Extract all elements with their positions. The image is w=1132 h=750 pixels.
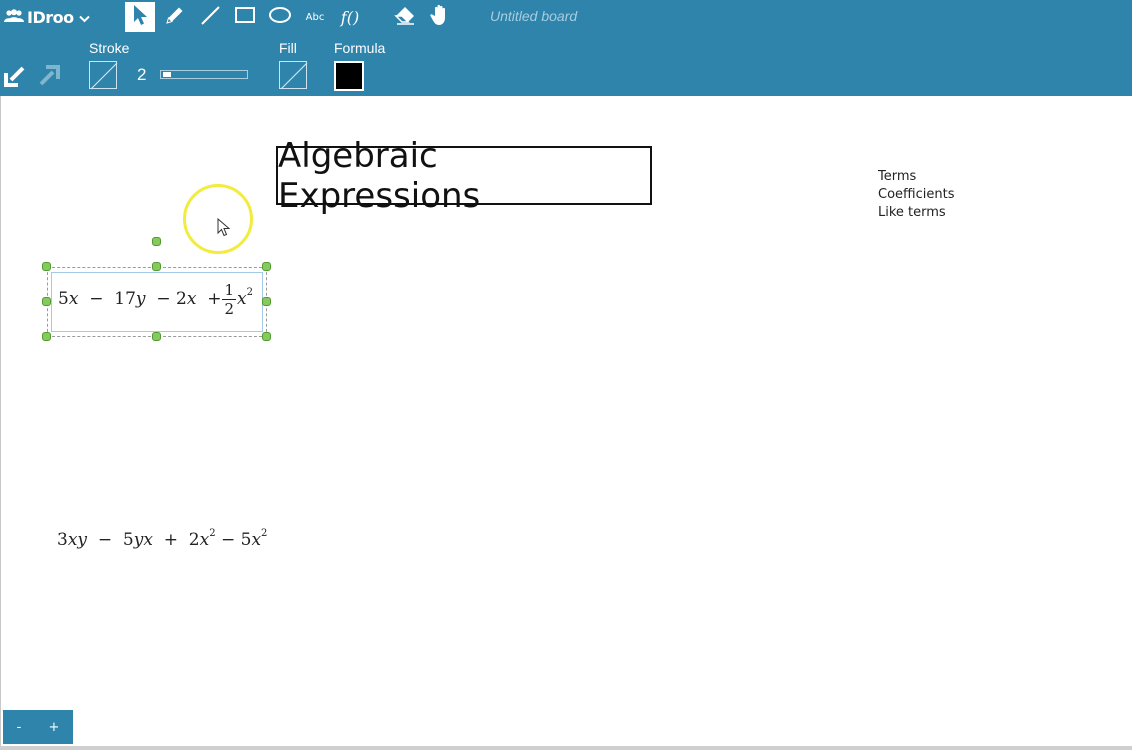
note-item: Like terms — [878, 205, 946, 220]
chevron-down-icon — [78, 8, 90, 27]
note-item: Terms — [878, 169, 917, 184]
resize-handle-w[interactable] — [42, 297, 51, 306]
rectangle-icon — [234, 6, 256, 28]
stroke-color-button[interactable] — [89, 61, 118, 90]
pencil-icon — [164, 4, 186, 30]
fill-color-button[interactable] — [279, 61, 308, 90]
resize-handle-s[interactable] — [152, 332, 161, 341]
title-textbox[interactable]: Algebraic Expressions — [276, 136, 652, 216]
formula-tool[interactable]: f() — [335, 2, 365, 32]
app-menu[interactable]: IDroo — [4, 6, 90, 28]
line-icon — [199, 4, 221, 30]
pointer-icon — [131, 4, 149, 30]
eraser-tool[interactable] — [390, 2, 420, 32]
select-tool[interactable] — [125, 2, 155, 32]
zoom-in-button[interactable]: + — [42, 720, 65, 735]
rectangle-tool[interactable] — [230, 2, 260, 32]
formula-icon: f() — [340, 7, 360, 27]
resize-handle-n[interactable] — [152, 262, 161, 271]
logo-text: IDroo — [27, 7, 74, 27]
note-item: Coefficients — [878, 187, 955, 202]
board-heading: Algebraic Expressions — [278, 135, 481, 216]
resize-handle-e[interactable] — [262, 297, 271, 306]
resize-handle-se[interactable] — [262, 332, 271, 341]
slider-fill — [163, 72, 171, 77]
resize-handle-sw[interactable] — [42, 332, 51, 341]
ellipse-icon — [268, 6, 292, 28]
zoom-controls: - + — [3, 710, 73, 744]
fill-label: Fill — [279, 40, 297, 56]
line-tool[interactable] — [195, 2, 225, 32]
undo-button[interactable] — [3, 64, 27, 88]
formula-label: Formula — [334, 40, 386, 56]
pan-tool[interactable] — [425, 2, 455, 32]
rotate-handle[interactable] — [152, 237, 161, 246]
stroke-width-slider[interactable] — [160, 70, 248, 79]
pen-tool[interactable] — [160, 2, 190, 32]
users-icon — [4, 8, 24, 27]
undo-arrow-icon — [3, 66, 27, 92]
stroke-width-value: 2 — [137, 65, 147, 84]
text-tool[interactable]: Abc — [300, 2, 330, 32]
text-icon: Abc — [305, 11, 325, 23]
notes-list[interactable]: Terms Coefficients Like terms — [878, 168, 954, 222]
board-title[interactable]: Untitled board — [490, 8, 577, 24]
ellipse-tool[interactable] — [265, 2, 295, 32]
formula-expression-1[interactable]: 5x − 17y − 2x +1 2 x2 — [58, 281, 253, 318]
redo-arrow-icon — [37, 65, 61, 92]
zoom-out-button[interactable]: - — [11, 720, 28, 735]
formula-expression-2[interactable]: 3xy − 5yx + 2x2 − 5x2 — [57, 528, 267, 550]
formula-color-button[interactable] — [334, 61, 364, 91]
hand-icon — [429, 3, 451, 31]
bottom-border — [0, 746, 1132, 750]
stroke-label: Stroke — [89, 40, 130, 56]
eraser-icon — [393, 4, 417, 30]
resize-handle-nw[interactable] — [42, 262, 51, 271]
mouse-cursor-icon — [217, 217, 231, 242]
resize-handle-ne[interactable] — [262, 262, 271, 271]
top-toolbar: IDroo Abc f() Untitled board Stroke 2 Fi… — [0, 0, 1132, 96]
redo-button[interactable] — [37, 64, 61, 88]
